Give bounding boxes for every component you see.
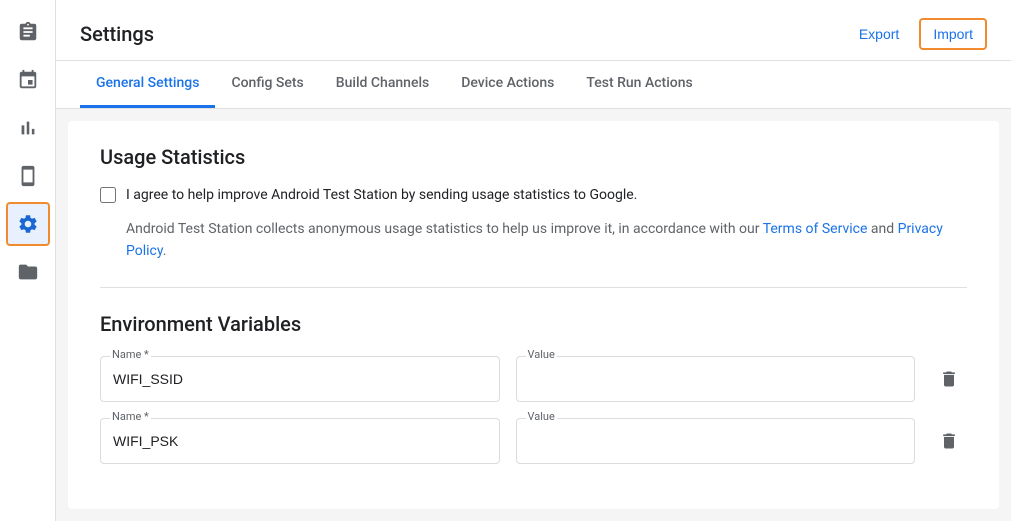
section-divider	[100, 287, 967, 288]
env-row-1: Name * Value	[100, 356, 967, 402]
sidebar-item-analytics[interactable]	[6, 106, 50, 150]
env-variables-title: Environment Variables	[100, 312, 967, 336]
env-delete-button-1[interactable]	[931, 361, 967, 397]
env-value-input-2[interactable]	[516, 418, 916, 464]
analytics-icon	[17, 117, 39, 139]
sidebar-item-folder[interactable]	[6, 250, 50, 294]
env-value-label-1: Value	[526, 348, 557, 361]
env-name-field-1: Name *	[100, 356, 500, 402]
page-title: Settings	[80, 22, 154, 46]
env-value-field-1: Value	[516, 356, 916, 402]
export-button[interactable]: Export	[851, 20, 907, 48]
sidebar-item-calendar[interactable]	[6, 58, 50, 102]
usage-statistics-title: Usage Statistics	[100, 145, 967, 169]
tabs-bar: General Settings Config Sets Build Chann…	[56, 61, 1011, 109]
sidebar-item-settings[interactable]	[6, 202, 50, 246]
folder-icon	[17, 261, 39, 283]
tab-test-run-actions[interactable]: Test Run Actions	[570, 61, 708, 108]
env-value-input-1[interactable]	[516, 356, 916, 402]
usage-statistics-checkbox-row: I agree to help improve Android Test Sta…	[100, 185, 967, 206]
tab-build-channels[interactable]: Build Channels	[320, 61, 445, 108]
env-name-label-2: Name *	[110, 410, 151, 423]
sidebar-item-device[interactable]	[6, 154, 50, 198]
usage-statistics-checkbox[interactable]	[100, 187, 116, 203]
tasks-icon	[17, 21, 39, 43]
tab-config-sets[interactable]: Config Sets	[215, 61, 319, 108]
env-name-label-1: Name *	[110, 348, 151, 361]
env-name-field-2: Name *	[100, 418, 500, 464]
device-icon	[17, 165, 39, 187]
usage-statistics-checkbox-label: I agree to help improve Android Test Sta…	[126, 185, 637, 206]
env-value-field-2: Value	[516, 418, 916, 464]
usage-statistics-info: Android Test Station collects anonymous …	[126, 218, 967, 263]
delete-icon-2	[939, 431, 959, 451]
env-value-label-2: Value	[526, 410, 557, 423]
terms-of-service-link[interactable]: Terms of Service	[763, 221, 868, 237]
environment-variables-section: Environment Variables Name * Value	[100, 312, 967, 464]
delete-icon-1	[939, 369, 959, 389]
settings-icon	[17, 213, 39, 235]
env-row-2: Name * Value	[100, 418, 967, 464]
env-name-input-1[interactable]	[100, 356, 500, 402]
header-actions: Export Import	[851, 18, 987, 50]
calendar-icon	[17, 69, 39, 91]
content-area: Usage Statistics I agree to help improve…	[68, 121, 999, 509]
import-button[interactable]: Import	[919, 18, 987, 50]
env-name-input-2[interactable]	[100, 418, 500, 464]
sidebar	[0, 0, 56, 521]
main-content: Settings Export Import General Settings …	[56, 0, 1011, 521]
tab-general-settings[interactable]: General Settings	[80, 61, 215, 108]
env-delete-button-2[interactable]	[931, 423, 967, 459]
sidebar-item-tasks[interactable]	[6, 10, 50, 54]
tab-device-actions[interactable]: Device Actions	[445, 61, 570, 108]
usage-statistics-section: Usage Statistics I agree to help improve…	[100, 145, 967, 263]
page-header: Settings Export Import	[56, 0, 1011, 61]
